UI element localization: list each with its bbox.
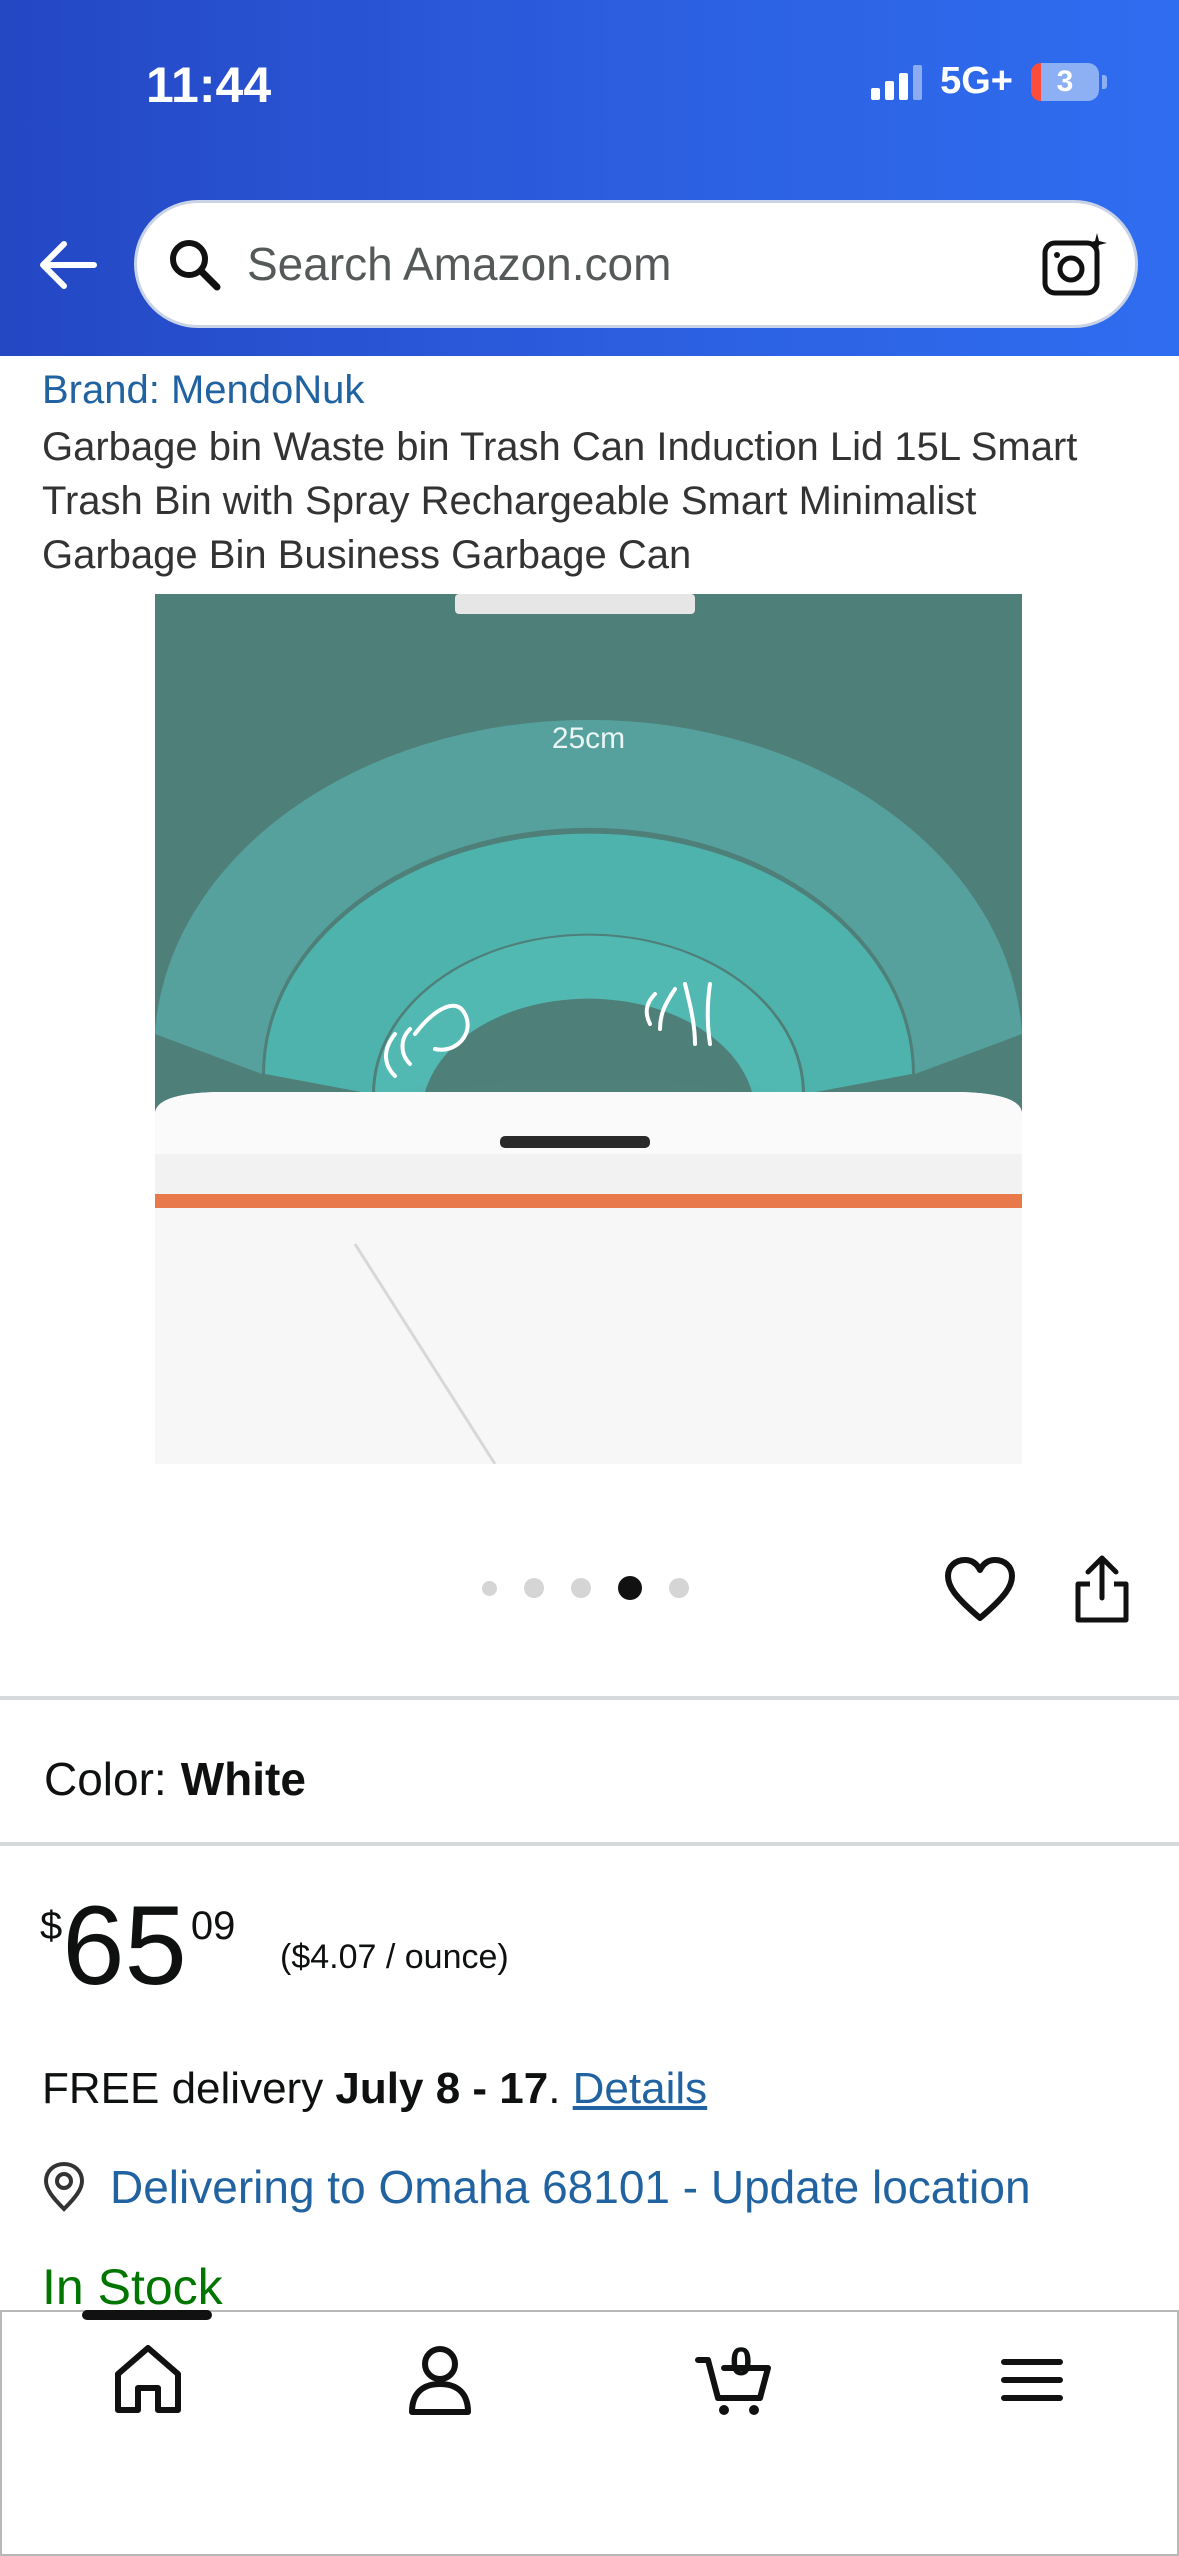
- carousel-dot[interactable]: [482, 1580, 497, 1596]
- cart-count: 0: [730, 2340, 753, 2384]
- product-title: Garbage bin Waste bin Trash Can Inductio…: [42, 425, 1078, 577]
- delivery-period: .: [548, 2064, 573, 2113]
- delivery-date: July 8 - 17: [335, 2064, 549, 2113]
- delivery-location[interactable]: Delivering to Omaha 68101 - Update locat…: [40, 2160, 1031, 2214]
- menu-icon[interactable]: [992, 2340, 1072, 2420]
- search-bar[interactable]: Search Amazon.com: [134, 200, 1138, 328]
- profile-icon[interactable]: [400, 2340, 480, 2420]
- network-type: 5G+: [940, 60, 1013, 102]
- color-selector[interactable]: Color: White: [44, 1752, 306, 1806]
- location-pin-icon: [43, 2161, 85, 2212]
- active-tab-indicator: [82, 2310, 212, 2320]
- divider: [0, 1842, 1179, 1846]
- product-image[interactable]: 25cm: [155, 594, 1022, 1464]
- carousel-dot[interactable]: [571, 1578, 591, 1598]
- camera-lens-icon[interactable]: [1041, 231, 1107, 297]
- search-icon: [170, 240, 221, 291]
- battery-level: 3: [1056, 64, 1074, 98]
- delivery-info: FREE delivery July 8 - 17. Details: [42, 2064, 707, 2114]
- signal-icon: [871, 64, 923, 100]
- image-carousel-dots: [482, 1576, 689, 1600]
- delivery-details-link[interactable]: Details: [573, 2064, 708, 2113]
- delivery-prefix: FREE delivery: [42, 2064, 336, 2113]
- stock-status: In Stock: [42, 2259, 223, 2315]
- status-time: 11:44: [146, 57, 272, 113]
- unit-price: ($4.07 / ounce): [280, 1938, 509, 1976]
- carousel-dot-active[interactable]: [618, 1576, 642, 1600]
- price-symbol: $: [40, 1904, 63, 1948]
- battery-icon: 3: [1031, 62, 1107, 101]
- status-indicators: 5G+ 3: [871, 60, 1107, 103]
- app-header: 11:44 5G+ 3 Search Amazon.com: [0, 0, 1179, 356]
- image-dimension-label: 25cm: [551, 722, 626, 755]
- price: $ 65 09: [40, 1890, 235, 2002]
- share-icon[interactable]: [1072, 1554, 1132, 1624]
- carousel-dot[interactable]: [524, 1578, 544, 1598]
- heart-icon[interactable]: [944, 1556, 1016, 1624]
- color-label: Color:: [44, 1753, 167, 1805]
- brand-link[interactable]: Brand: MendoNuk: [42, 368, 364, 413]
- color-value: White: [180, 1753, 306, 1805]
- back-arrow-icon[interactable]: [34, 232, 100, 298]
- price-whole: 65: [62, 1883, 187, 2008]
- price-fraction: 09: [190, 1904, 236, 1948]
- carousel-dot[interactable]: [669, 1578, 689, 1598]
- home-icon[interactable]: [108, 2340, 188, 2420]
- divider: [0, 1696, 1179, 1700]
- search-input[interactable]: Search Amazon.com: [247, 237, 1041, 291]
- location-text[interactable]: Delivering to Omaha 68101 - Update locat…: [110, 2160, 1031, 2214]
